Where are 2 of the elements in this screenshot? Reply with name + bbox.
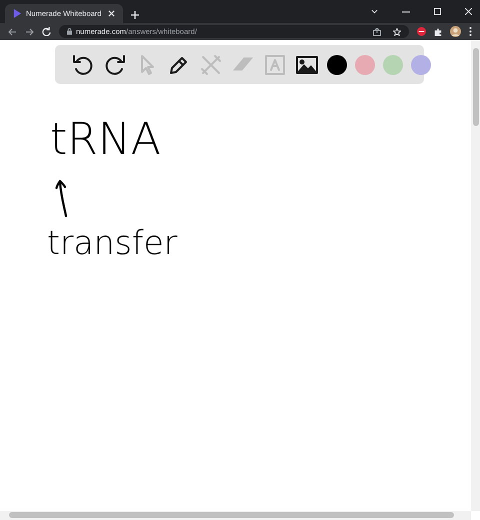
handwritten-word: transfer: [47, 226, 178, 259]
handwritten-word: tRNA: [50, 118, 161, 162]
